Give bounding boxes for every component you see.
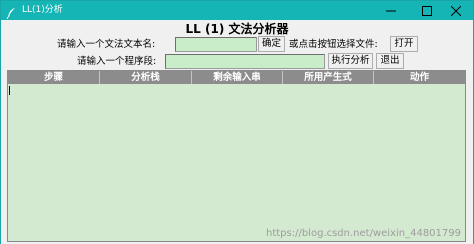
column-header-remaining-input[interactable]: 剩余输入串: [192, 71, 283, 84]
watermark: https://blog.csdn.net/weixin_44801799: [265, 228, 461, 239]
column-header-production[interactable]: 所用产生式: [283, 71, 374, 84]
run-analysis-button[interactable]: 执行分析: [328, 53, 373, 69]
confirm-button[interactable]: 确定: [258, 36, 285, 52]
close-button[interactable]: [439, 1, 473, 20]
feather-icon: [6, 4, 17, 20]
title-bar[interactable]: LL(1)分析: [1, 1, 473, 20]
exit-button[interactable]: 退出: [376, 53, 404, 69]
close-icon: [451, 5, 461, 16]
app-window: LL(1)分析 LL (1) 文法分析器 请输入一个文法文本名: 确定 或点击按…: [0, 0, 474, 244]
window-title: LL(1)分析: [22, 5, 63, 15]
minimize-icon: [386, 6, 396, 16]
column-header-step[interactable]: 步骤: [8, 71, 100, 84]
analysis-table[interactable]: 步骤 分析栈 剩余输入串 所用产生式 动作: [7, 70, 466, 242]
program-input[interactable]: [165, 54, 325, 69]
page-title: LL (1) 文法分析器: [185, 22, 289, 36]
open-file-button[interactable]: 打开: [390, 36, 418, 52]
text-cursor: [9, 86, 10, 95]
program-label: 请输入一个程序段:: [77, 56, 157, 67]
table-body[interactable]: [8, 84, 465, 241]
file-select-hint: 或点击按钮选择文件:: [289, 39, 378, 50]
column-header-stack[interactable]: 分析栈: [100, 71, 192, 84]
column-header-action[interactable]: 动作: [374, 71, 465, 84]
table-header: 步骤 分析栈 剩余输入串 所用产生式 动作: [8, 71, 465, 84]
main-content: LL (1) 文法分析器 请输入一个文法文本名: 确定 或点击按钮选择文件: 打…: [1, 20, 473, 244]
maximize-icon: [422, 5, 432, 16]
grammar-file-input[interactable]: [175, 37, 257, 52]
grammar-file-label: 请输入一个文法文本名:: [57, 39, 156, 50]
minimize-button[interactable]: [373, 1, 409, 20]
